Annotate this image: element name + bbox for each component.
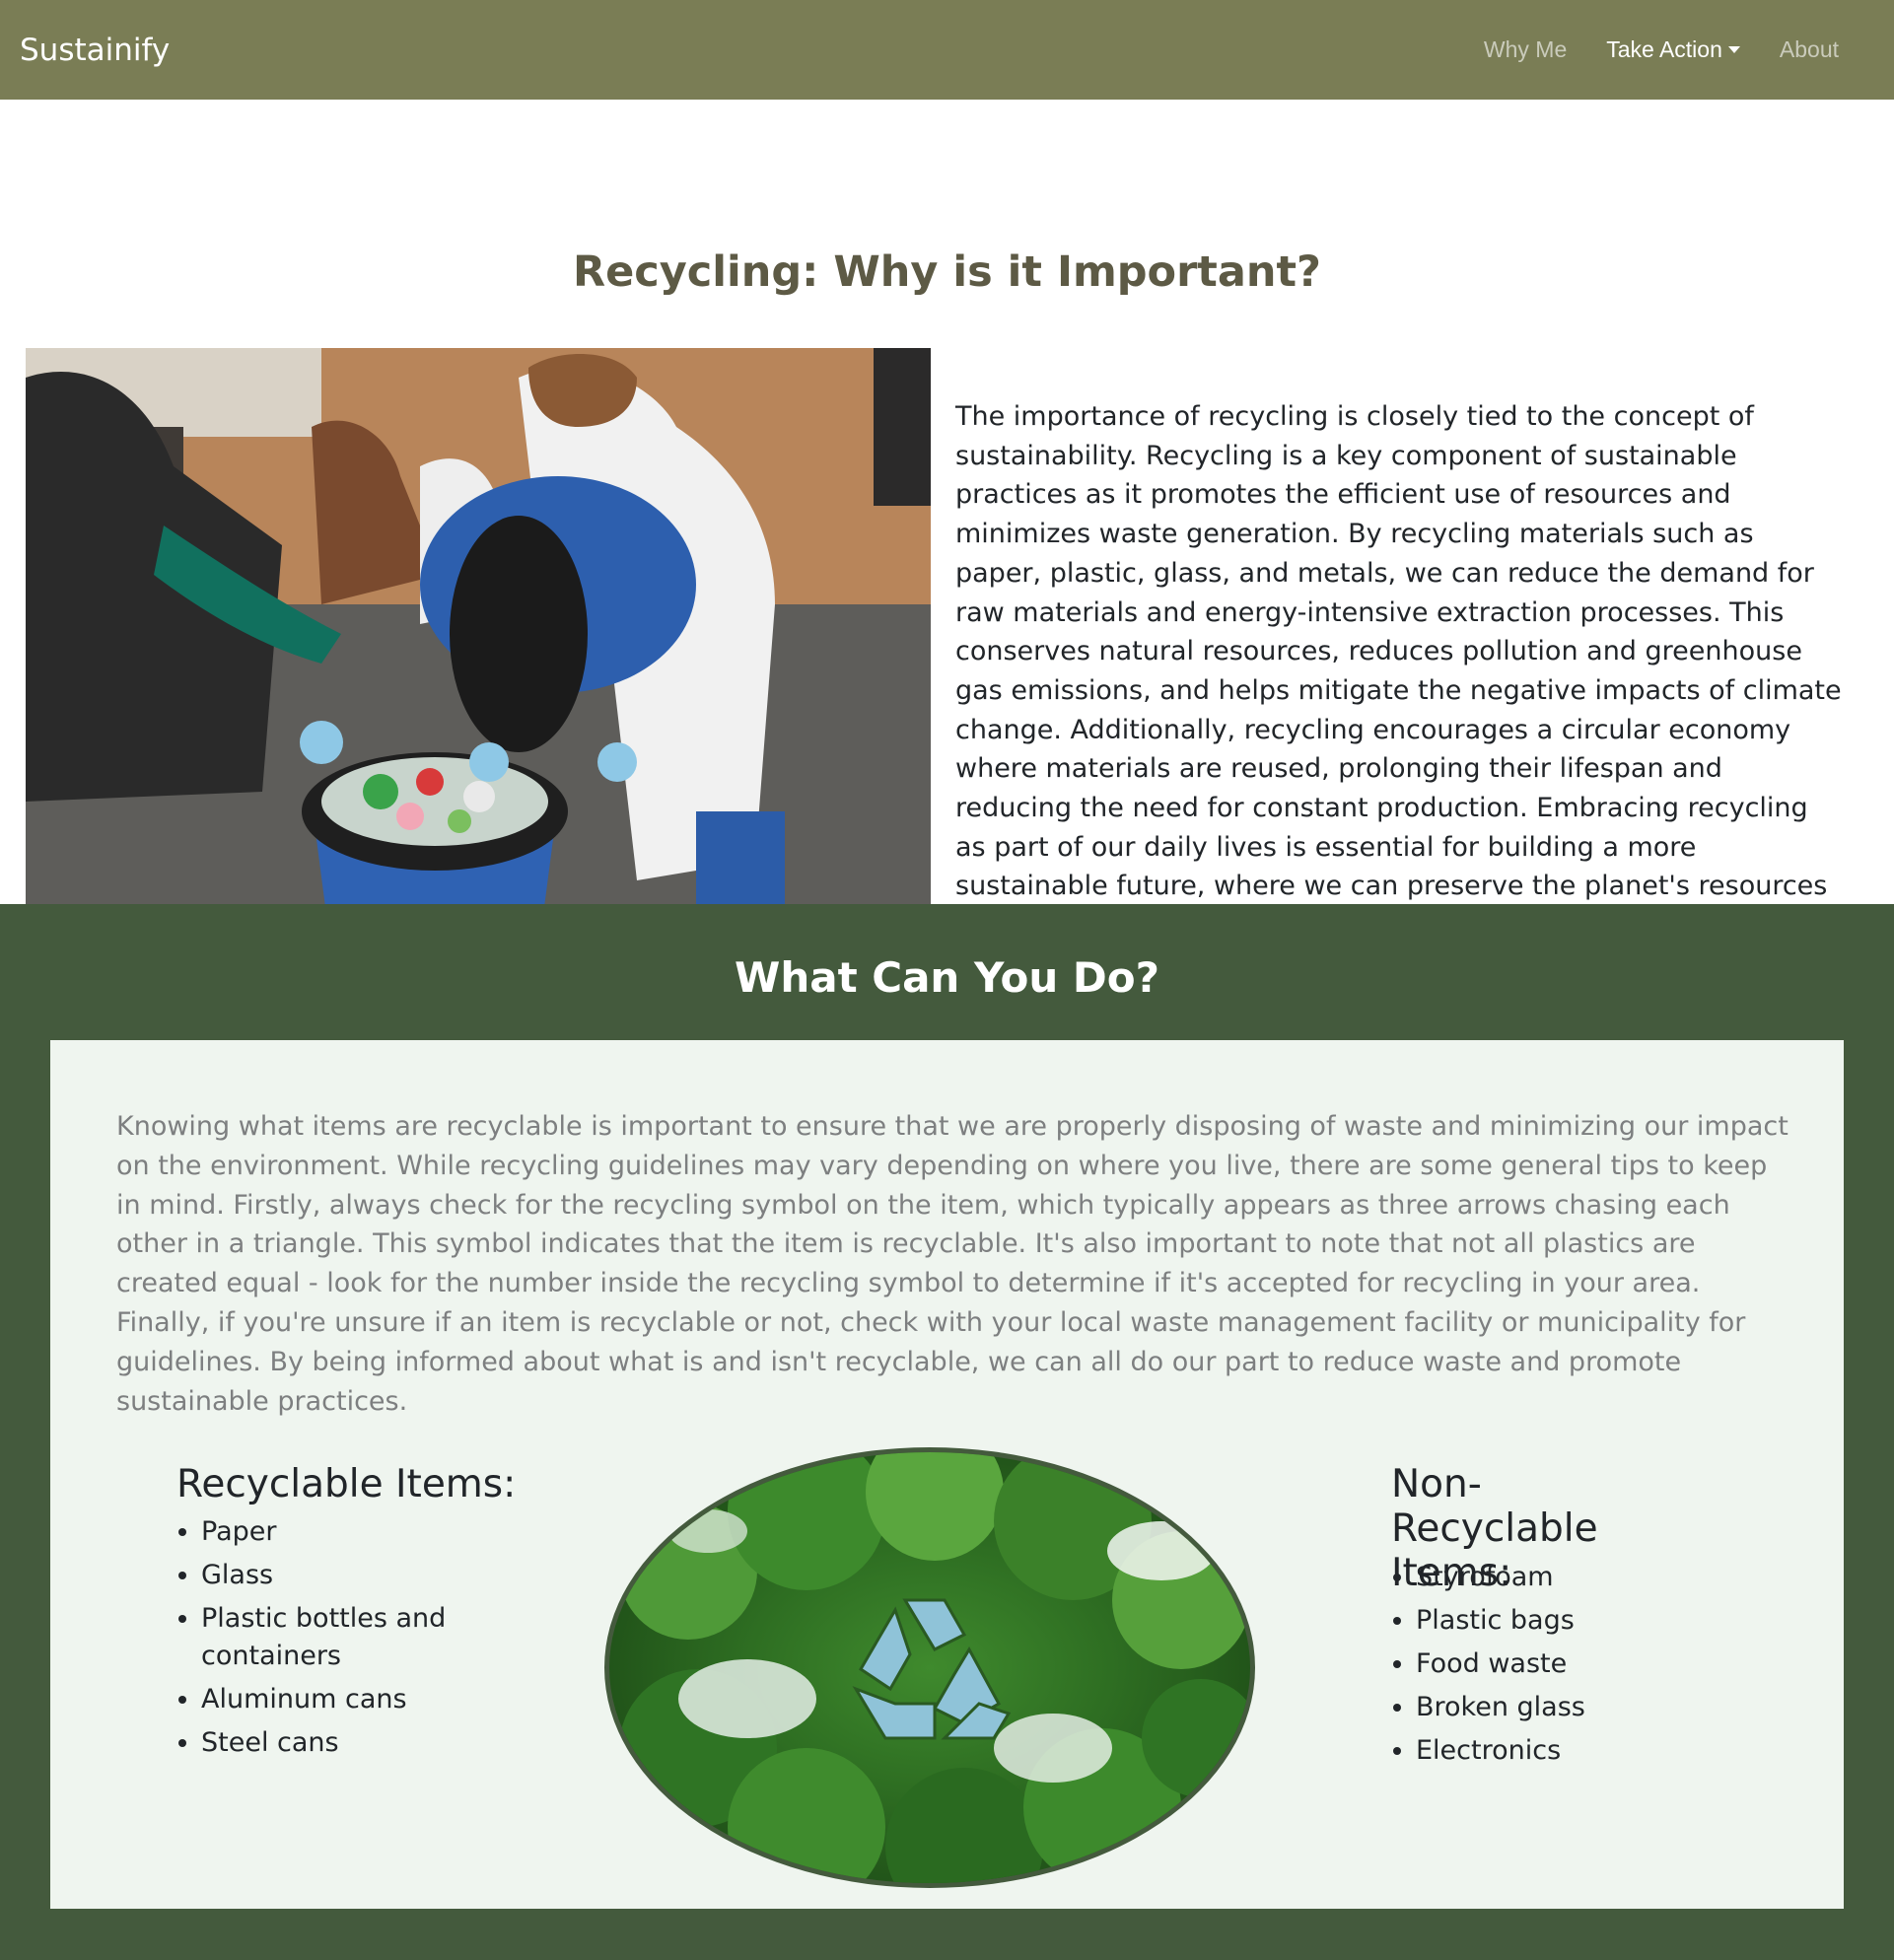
forest-recycle-image [604, 1447, 1255, 1888]
importance-paragraph: The importance of recycling is closely t… [955, 401, 1842, 941]
recycle-icon [852, 1598, 1012, 1740]
recyclable-list: Paper Glass Plastic bottles and containe… [176, 1513, 467, 1768]
list-item: Paper [201, 1513, 467, 1551]
list-item: Glass [201, 1557, 467, 1594]
list-item: Aluminum cans [201, 1681, 467, 1718]
list-item: Food waste [1416, 1645, 1712, 1683]
recyclable-heading: Recyclable Items: [176, 1462, 517, 1506]
recycling-tips-paragraph: Knowing what items are recyclable is imp… [116, 1111, 1789, 1417]
list-item: Electronics [1416, 1732, 1712, 1770]
page-title: Recycling: Why is it Important? [573, 247, 1321, 297]
info-card: Knowing what items are recyclable is imp… [50, 1040, 1844, 1909]
what-can-you-do-section: What Can You Do? Knowing what items are … [0, 904, 1894, 1960]
section-title: What Can You Do? [735, 953, 1159, 1002]
nav-links: Why Me Take Action About [1484, 36, 1839, 63]
navbar: Sustainify Why Me Take Action About [0, 0, 1894, 100]
recycling-volunteers-photo [26, 348, 931, 952]
chevron-down-icon [1727, 46, 1740, 53]
list-item: Plastic bags [1416, 1602, 1712, 1640]
importance-section: Recycling: Why is it Important? The impo… [0, 100, 1894, 952]
list-item: Broken glass [1416, 1689, 1712, 1726]
list-item: Styrofoam [1416, 1559, 1712, 1596]
brand-logo[interactable]: Sustainify [20, 33, 170, 68]
nav-dropdown-take-action[interactable]: Take Action [1606, 36, 1740, 63]
non-recyclable-list: Styrofoam Plastic bags Food waste Broken… [1391, 1559, 1712, 1776]
nav-dropdown-label: Take Action [1606, 36, 1722, 62]
list-item: Plastic bottles and containers [201, 1600, 467, 1675]
nav-link-about[interactable]: About [1780, 36, 1839, 63]
list-item: Steel cans [201, 1724, 467, 1762]
nav-link-why-me[interactable]: Why Me [1484, 36, 1567, 63]
